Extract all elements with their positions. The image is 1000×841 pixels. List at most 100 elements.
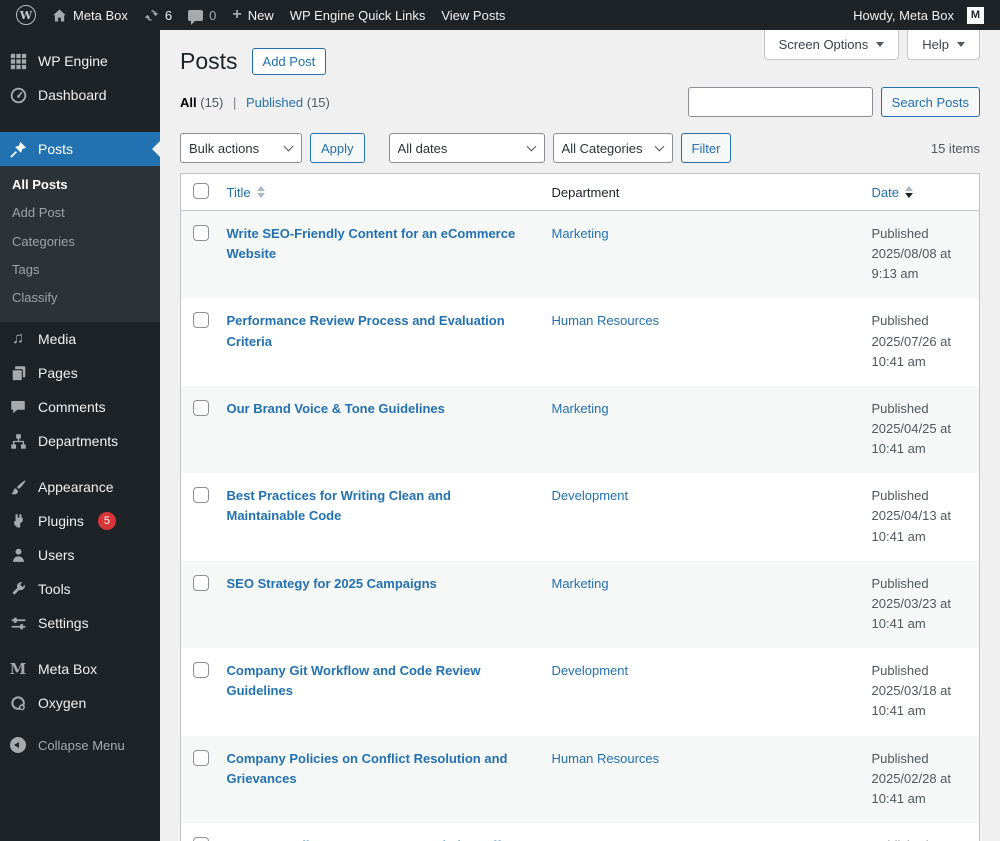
sidebar-label-comments: Comments <box>38 399 106 416</box>
filter-button[interactable]: Filter <box>680 133 732 163</box>
sidebar-item-plugins[interactable]: Plugins 5 <box>0 504 160 538</box>
post-status: Published <box>871 575 929 591</box>
post-date: 2025/04/13 at 10:41 am <box>871 508 952 544</box>
post-date: 2025/08/08 at 9:13 am <box>871 246 952 282</box>
comments-bubble-icon <box>8 397 28 417</box>
sidebar-item-wp-engine[interactable]: WP Engine <box>0 44 160 78</box>
plugins-update-badge: 5 <box>97 512 116 531</box>
updates-menu[interactable]: 6 <box>136 0 180 30</box>
row-checkbox[interactable] <box>193 225 209 241</box>
users-icon <box>8 545 28 565</box>
departments-orgchart-icon <box>8 431 28 451</box>
sidebar-item-meta-box[interactable]: M Meta Box <box>0 652 160 686</box>
department-link[interactable]: Human Resources <box>552 313 660 328</box>
screen-options-label: Screen Options <box>778 37 869 52</box>
table-row: Best Practices for Writing Clean and Mai… <box>181 473 980 560</box>
help-button[interactable]: Help <box>907 30 980 60</box>
department-link[interactable]: Human Resources <box>552 751 660 766</box>
sidebar-label-wp-engine: WP Engine <box>38 53 108 69</box>
add-post-button[interactable]: Add Post <box>251 48 327 75</box>
department-link[interactable]: Marketing <box>552 576 609 591</box>
wp-engine-quick-links-menu[interactable]: WP Engine Quick Links <box>282 0 434 30</box>
search-posts-button[interactable]: Search Posts <box>880 87 980 117</box>
screen-options-button[interactable]: Screen Options <box>763 30 900 60</box>
dates-filter-select[interactable]: All dates <box>388 133 545 163</box>
sidebar-label-appearance: Appearance <box>38 479 114 496</box>
sidebar-item-media[interactable]: ♫ Media <box>0 322 160 356</box>
main-content: Screen Options Help Posts Add Post All (… <box>160 30 1000 841</box>
post-title-link[interactable]: SEO Strategy for 2025 Campaigns <box>227 576 437 591</box>
active-menu-notch <box>152 141 160 157</box>
site-name-menu[interactable]: Meta Box <box>44 0 136 30</box>
row-checkbox[interactable] <box>193 312 209 329</box>
sidebar-item-settings[interactable]: Settings <box>0 606 160 640</box>
admin-sidebar: WP Engine Dashboard Posts All Posts Add … <box>0 30 160 841</box>
pushpin-icon <box>8 139 28 159</box>
row-checkbox[interactable] <box>193 749 209 766</box>
row-checkbox[interactable] <box>193 574 209 591</box>
sort-by-title[interactable]: Title <box>227 185 265 200</box>
page-title: Posts <box>180 48 238 74</box>
sidebar-item-users[interactable]: Users <box>0 538 160 572</box>
bulk-actions-select[interactable]: Bulk actions <box>180 133 302 163</box>
new-content-menu[interactable]: + New <box>224 0 281 30</box>
department-link[interactable]: Marketing <box>552 401 609 416</box>
post-title-link[interactable]: Write SEO-Friendly Content for an eComme… <box>227 226 516 261</box>
sidebar-label-settings: Settings <box>38 615 89 632</box>
submenu-item-all-posts[interactable]: All Posts <box>0 171 160 199</box>
post-status: Published <box>871 400 929 416</box>
post-title-link[interactable]: Company Git Workflow and Code Review Gui… <box>227 663 481 698</box>
row-checkbox[interactable] <box>193 399 209 416</box>
my-account-menu[interactable]: Howdy, Meta Box M <box>845 0 992 30</box>
help-label: Help <box>922 37 949 52</box>
post-title-link[interactable]: Performance Review Process and Evaluatio… <box>227 313 505 348</box>
table-row: How to Handle Leave Requests and Time-of… <box>181 823 980 841</box>
sidebar-item-dashboard[interactable]: Dashboard <box>0 78 160 112</box>
row-checkbox[interactable] <box>193 836 209 841</box>
row-checkbox[interactable] <box>193 662 209 679</box>
wordpress-menu[interactable]: W <box>8 0 44 30</box>
sort-indicator-icon <box>904 186 913 198</box>
submenu-item-categories[interactable]: Categories <box>0 228 160 256</box>
row-checkbox[interactable] <box>193 487 209 504</box>
table-row: Performance Review Process and Evaluatio… <box>181 298 980 385</box>
post-title-link[interactable]: Our Brand Voice & Tone Guidelines <box>227 401 445 416</box>
view-posts-menu[interactable]: View Posts <box>433 0 513 30</box>
post-date: 2025/07/26 at 10:41 am <box>871 333 952 369</box>
settings-sliders-icon <box>8 613 28 633</box>
post-status: Published <box>871 488 929 504</box>
submenu-item-classify[interactable]: Classify <box>0 284 160 312</box>
submenu-item-add-post[interactable]: Add Post <box>0 199 160 227</box>
sidebar-item-pages[interactable]: Pages <box>0 356 160 390</box>
submenu-item-tags[interactable]: Tags <box>0 256 160 284</box>
table-row: Our Brand Voice & Tone Guidelines Market… <box>180 385 980 474</box>
view-filter-all-count: (15) <box>200 94 224 110</box>
sidebar-item-oxygen[interactable]: Oxygen <box>0 686 160 720</box>
sort-by-date[interactable]: Date <box>872 185 913 200</box>
howdy-label: Howdy, Meta Box <box>853 7 954 23</box>
select-all-checkbox[interactable] <box>193 183 209 199</box>
sidebar-item-appearance[interactable]: Appearance <box>0 470 160 504</box>
department-link[interactable]: Development <box>552 663 629 678</box>
department-link[interactable]: Marketing <box>552 226 609 241</box>
department-link[interactable]: Development <box>552 488 629 503</box>
updates-icon <box>144 8 159 23</box>
comments-menu[interactable]: 0 <box>180 0 224 30</box>
updates-count: 6 <box>164 7 173 23</box>
sidebar-item-departments[interactable]: Departments <box>0 424 160 458</box>
sidebar-item-tools[interactable]: Tools <box>0 572 160 606</box>
collapse-menu-button[interactable]: Collapse Menu <box>0 728 160 762</box>
sidebar-item-posts[interactable]: Posts <box>0 132 160 166</box>
screen-meta: Screen Options Help <box>763 30 980 60</box>
categories-filter-select[interactable]: All Categories <box>552 133 673 163</box>
view-filter-all[interactable]: All <box>180 95 197 110</box>
view-filter-published[interactable]: Published <box>246 95 303 110</box>
sidebar-item-comments[interactable]: Comments <box>0 390 160 424</box>
apply-button[interactable]: Apply <box>310 133 365 163</box>
search-input[interactable] <box>687 87 873 117</box>
post-title-link[interactable]: Company Policies on Conflict Resolution … <box>227 751 508 786</box>
pages-icon <box>8 363 28 383</box>
table-toolbar: Bulk actions Apply All dates All Categor… <box>180 133 980 163</box>
sidebar-label-plugins: Plugins <box>38 513 84 530</box>
post-title-link[interactable]: Best Practices for Writing Clean and Mai… <box>227 488 451 523</box>
